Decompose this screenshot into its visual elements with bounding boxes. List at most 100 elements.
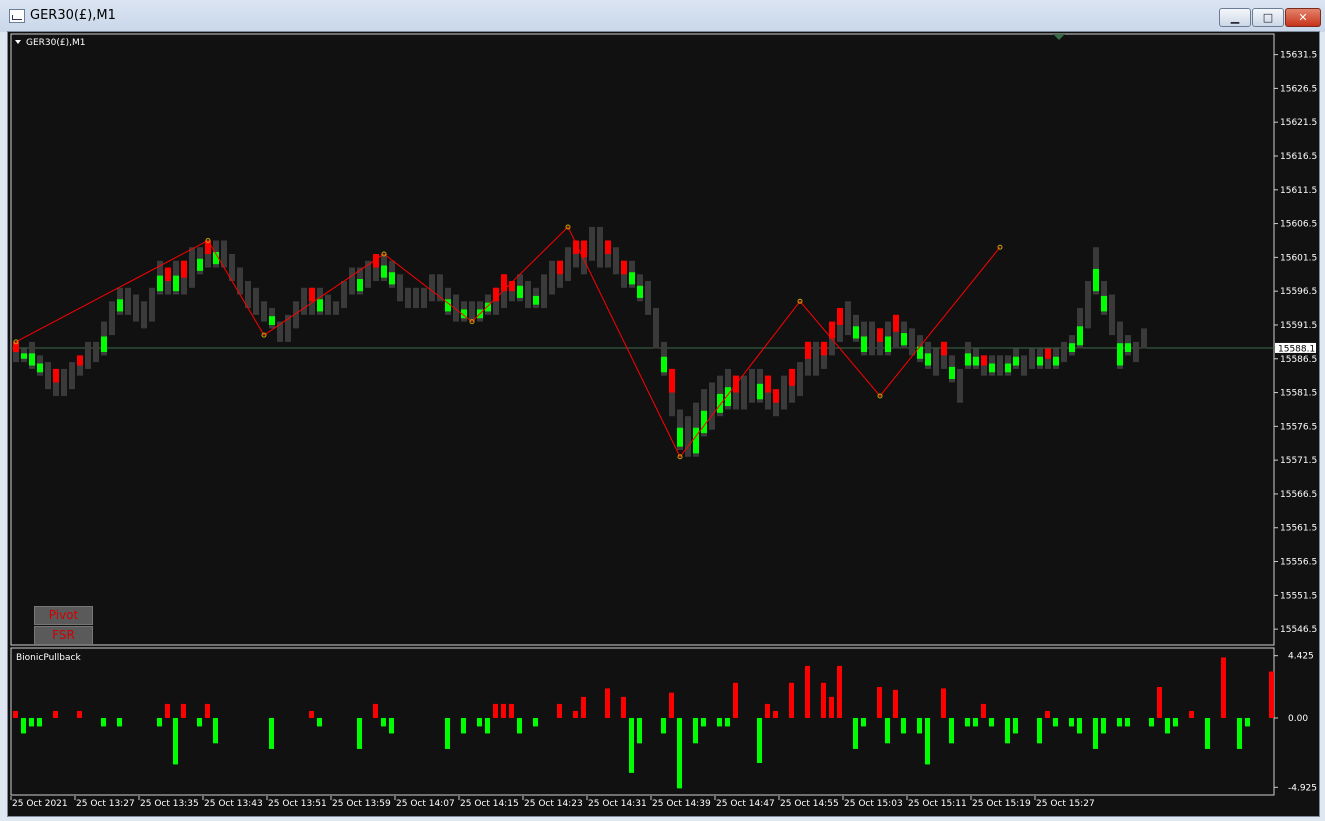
signal-bar [621,260,627,275]
price-bar [61,368,67,396]
histogram-bar [837,665,842,718]
signal-bar [1117,343,1123,366]
signal-bar [1045,348,1051,359]
histogram-bar [605,688,610,718]
signal-bar [1077,326,1083,346]
shift-marker-icon[interactable] [1053,34,1065,40]
indicator-histogram [13,657,1274,789]
main-chart-border [10,33,1275,646]
signal-bar [53,368,59,383]
signal-bar [1053,356,1059,366]
histogram-bar [509,703,514,718]
signal-bar [357,279,363,292]
price-bar [869,321,875,356]
signal-bar [197,258,203,271]
price-bar [797,362,803,396]
price-tick-label: 15556.5 [1280,558,1317,568]
price-bar [1021,355,1027,376]
signal-bar [309,287,315,302]
price-bar [325,294,331,315]
signal-bar [821,341,827,356]
histogram-bar [1013,717,1018,734]
price-bar [589,226,595,261]
signal-bar [533,295,539,305]
price-bar [125,287,131,315]
minimize-button[interactable]: ▁ [1219,8,1251,27]
price-tick-label: 15621.5 [1280,118,1317,128]
signal-bar [661,356,667,373]
histogram-bar [157,717,162,727]
maximize-icon: □ [1262,11,1274,24]
histogram-bar [1093,717,1098,749]
price-bar [189,247,195,288]
time-tick-label: 25 Oct 15:11 [908,799,967,809]
price-tick-label: 15546.5 [1280,625,1317,635]
price-bar [597,226,603,268]
signal-bar [941,341,947,356]
signal-bar [853,326,859,339]
histogram-bar [213,717,218,744]
price-tick-label: 15576.5 [1280,422,1317,432]
price-tick-label: 15596.5 [1280,287,1317,297]
signal-bar [1037,356,1043,366]
price-tick-label: 15631.5 [1280,51,1317,61]
signal-bar [1005,363,1011,373]
histogram-bar [941,688,946,718]
price-bar [397,274,403,302]
histogram-bar [693,717,698,744]
signal-bar [765,375,771,393]
histogram-bar [1245,717,1250,727]
histogram-bar [1125,717,1130,727]
price-bar [93,341,99,363]
maximize-button[interactable]: □ [1252,8,1284,27]
indicator-tick-label: 0.00 [1288,714,1308,724]
fsr-button[interactable]: FSR [34,626,93,645]
signal-bar [181,260,187,278]
signal-bar [1069,343,1075,353]
histogram-bar [1077,717,1082,734]
time-tick-label: 25 Oct 14:55 [780,799,839,809]
histogram-bar [717,717,722,727]
histogram-bar [1269,671,1274,718]
histogram-bar [101,717,106,727]
time-tick-label: 25 Oct 13:27 [76,799,135,809]
signal-bar [773,389,779,403]
price-bar [525,281,531,309]
price-bar [957,368,963,403]
time-tick-label: 25 Oct 13:59 [332,799,391,809]
histogram-bar [677,717,682,789]
signal-bar [101,336,107,353]
signal-bar [669,368,675,393]
histogram-bar [1221,657,1226,718]
signal-bar [557,260,563,275]
pivot-button[interactable]: Pivot [34,606,93,625]
price-bar [1061,341,1067,363]
price-tick-label: 15551.5 [1280,591,1317,601]
signal-bar [677,427,683,447]
histogram-bar [21,717,26,734]
signal-bar [173,275,179,292]
histogram-bar [701,717,706,727]
histogram-bar [733,682,738,718]
histogram-bar [861,717,866,727]
chart-window[interactable]: GER30(£),M1 BionicPullback 15631.5 15626.… [7,31,1320,817]
price-bar [69,362,75,390]
histogram-bar [893,689,898,718]
chart-menu-arrow-icon[interactable] [15,40,21,44]
time-tick-label: 25 Oct 14:23 [524,799,583,809]
indicator-axis: 4.425 0.00 -4.925 [1274,652,1317,793]
price-bar [541,274,547,309]
price-bar [413,287,419,309]
price-tick-label: 15591.5 [1280,321,1317,331]
histogram-bar [773,710,778,718]
signal-bar [1013,356,1019,366]
price-tick-label: 15586.5 [1280,355,1317,365]
window-title: GER30(£),M1 [30,8,116,23]
histogram-bar [621,696,626,718]
signal-bar [789,368,795,386]
price-bar [1029,348,1035,369]
price-tick-label: 15626.5 [1280,84,1317,94]
close-button[interactable]: ✕ [1285,8,1321,27]
signal-bar [605,240,611,254]
histogram-bar [373,703,378,718]
